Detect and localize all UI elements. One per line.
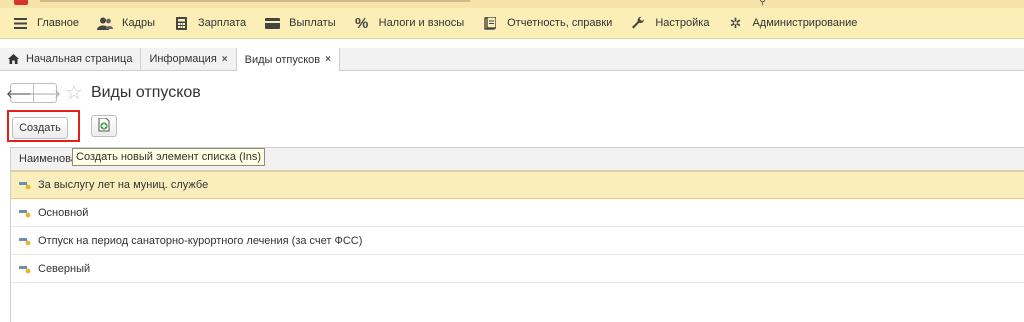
tab-label: Виды отпусков xyxy=(244,53,321,66)
tab-vacation-types[interactable]: Виды отпусков × xyxy=(236,48,340,71)
main-menu: Главное Кадры Зарплата Выплаты % Налоги … xyxy=(0,8,1024,39)
copy-button[interactable] xyxy=(91,115,117,137)
tab-label: Начальная страница xyxy=(26,53,133,65)
menu-item-label: Налоги и взносы xyxy=(378,17,465,29)
percent-icon: % xyxy=(354,14,369,32)
menu-item-reports[interactable]: Отчетность, справки xyxy=(470,8,618,38)
menu-item-salary[interactable]: Зарплата xyxy=(161,8,252,38)
gear-icon: ✲ xyxy=(729,14,742,31)
list-item-icon xyxy=(19,264,31,274)
menu-item-main[interactable]: Главное xyxy=(0,8,85,38)
menu-item-personnel[interactable]: Кадры xyxy=(85,8,161,38)
list-item-icon xyxy=(19,236,31,246)
menu-item-label: Главное xyxy=(37,17,80,29)
copy-add-icon xyxy=(98,117,111,135)
table-row[interactable]: Отпуск на период санаторно-курортного ле… xyxy=(11,227,1024,255)
search-icon[interactable]: ⚲ xyxy=(759,0,766,7)
table-row[interactable]: За выслугу лет на муниц. службе xyxy=(11,171,1024,199)
forward-button[interactable]: 🡒 xyxy=(29,83,61,103)
wrench-icon xyxy=(630,16,646,30)
page-title: Виды отпусков xyxy=(90,84,201,101)
close-icon[interactable]: × xyxy=(222,54,228,65)
app-logo-icon xyxy=(14,0,28,5)
create-button-highlight xyxy=(7,110,80,142)
list-item-icon xyxy=(19,208,31,218)
hamburger-icon xyxy=(12,16,28,30)
menu-item-taxes[interactable]: % Налоги и взносы xyxy=(342,8,471,38)
home-icon xyxy=(8,54,19,64)
menu-item-label: Выплаты xyxy=(289,17,336,29)
top-title-strip: ⚲ xyxy=(0,0,1024,8)
tab-label: Информация xyxy=(149,53,217,65)
list-table: Наименование За выслугу лет на муниц. сл… xyxy=(10,147,1024,322)
menu-item-label: Зарплата xyxy=(198,17,247,29)
open-tabs-bar: Начальная страница Информация × Виды отп… xyxy=(0,48,1024,71)
report-icon xyxy=(482,16,498,30)
menu-item-label: Кадры xyxy=(122,17,155,29)
favorite-star-icon[interactable]: ☆ xyxy=(65,83,83,103)
menu-item-payments[interactable]: Выплаты xyxy=(252,8,341,38)
close-icon[interactable]: × xyxy=(325,54,331,65)
table-row[interactable]: Северный xyxy=(11,255,1024,283)
users-icon xyxy=(97,16,114,30)
title-strip-text xyxy=(40,0,470,2)
tab-home[interactable]: Начальная страница xyxy=(0,48,142,70)
row-name: За выслугу лет на муниц. службе xyxy=(38,179,209,191)
list-item-icon xyxy=(19,180,31,190)
tab-information[interactable]: Информация × xyxy=(141,48,237,70)
tooltip-text: Создать новый элемент списка (Ins) xyxy=(76,151,262,163)
row-name: Отпуск на период санаторно-курортного ле… xyxy=(38,234,363,247)
form-header: 🡐 🡒 ☆ Виды отпусков xyxy=(6,82,201,104)
tooltip: Создать новый элемент списка (Ins) xyxy=(72,148,266,166)
menu-item-label: Администрирование xyxy=(752,17,858,29)
menu-item-label: Настройка xyxy=(655,17,710,29)
menu-item-settings[interactable]: Настройка xyxy=(618,8,715,38)
calculator-icon xyxy=(173,16,189,30)
menu-item-administration[interactable]: ✲ Администрирование xyxy=(715,8,863,38)
table-row[interactable]: Основной xyxy=(11,199,1024,227)
row-name: Северный xyxy=(38,262,91,275)
menu-item-label: Отчетность, справки xyxy=(507,17,613,29)
arrow-right-icon: 🡒 xyxy=(28,86,62,101)
row-name: Основной xyxy=(38,206,89,219)
wallet-icon xyxy=(264,16,280,30)
